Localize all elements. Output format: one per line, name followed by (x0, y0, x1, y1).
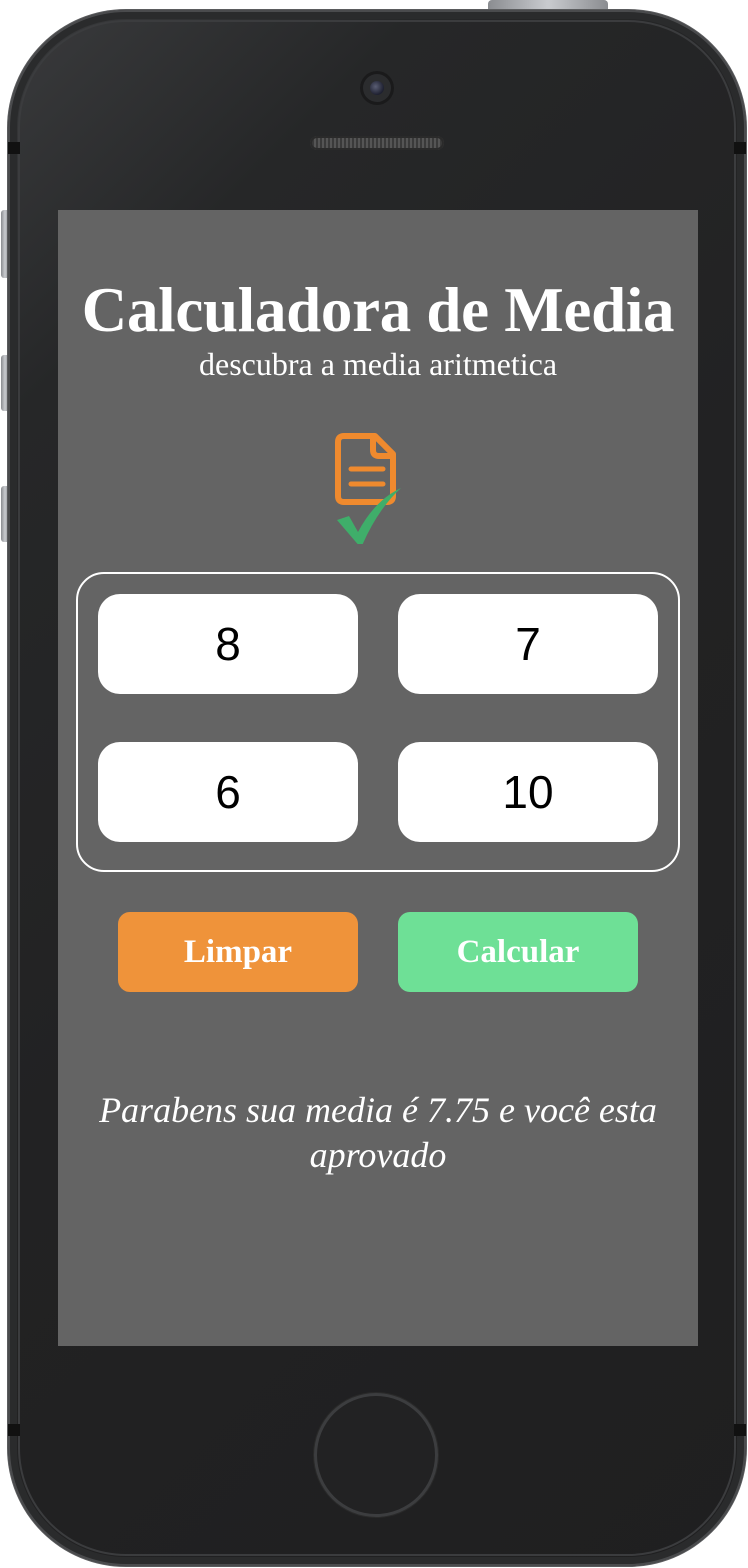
home-button[interactable] (314, 1393, 438, 1517)
grade-2-input[interactable] (398, 594, 658, 694)
antenna-band (8, 142, 20, 154)
antenna-band (734, 142, 746, 154)
result-message: Parabens sua media é 7.75 e você esta ap… (99, 1090, 657, 1175)
calculate-button[interactable]: Calcular (398, 912, 638, 992)
page-title: Calculadora de Media (81, 275, 675, 345)
antenna-band (8, 1424, 20, 1436)
clear-button[interactable]: Limpar (118, 912, 358, 992)
grade-4-input[interactable] (398, 742, 658, 842)
front-camera (360, 71, 394, 105)
grade-1-input[interactable] (98, 594, 358, 694)
grade-3-input[interactable] (98, 742, 358, 842)
app-screen: Calculadora de Media descubra a media ar… (58, 210, 698, 1346)
earpiece-speaker (310, 136, 444, 150)
document-check-icon (335, 433, 401, 544)
antenna-band (734, 1424, 746, 1436)
grades-panel (76, 572, 680, 872)
page-subtitle: descubra a media aritmetica (198, 346, 558, 382)
